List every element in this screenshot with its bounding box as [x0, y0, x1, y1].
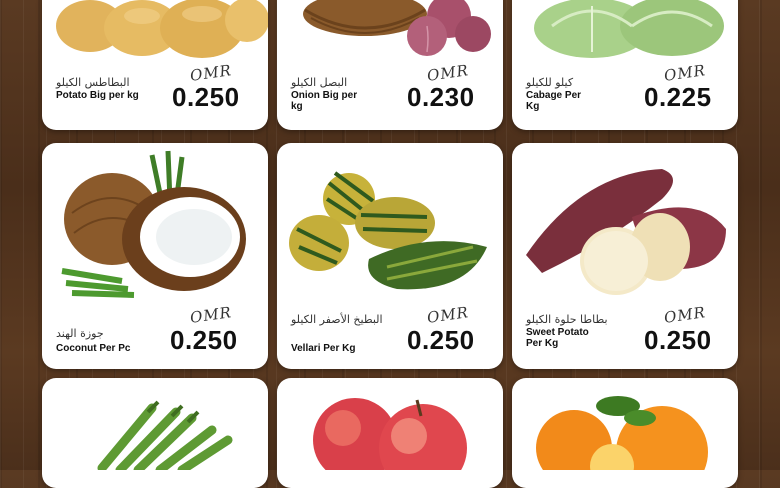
product-card-vellari[interactable]: البطيخ الأصفر الكيلو Vellari Per Kg OMR … — [277, 143, 503, 369]
potato-image — [42, 0, 268, 66]
product-name-english: Onion Big per kg — [291, 90, 358, 112]
product-name-arabic: بطاطا حلوة الكيلو — [526, 313, 608, 326]
apple-image — [277, 378, 503, 470]
product-price: 0.230 — [407, 82, 475, 112]
product-name-arabic: جوزة الهند — [56, 327, 104, 340]
product-card-apple[interactable] — [277, 378, 503, 488]
coconut-image — [42, 143, 268, 303]
product-price: 0.225 — [644, 82, 712, 112]
product-price: 0.250 — [407, 325, 475, 355]
product-name-english: Potato Big per kg — [56, 90, 139, 101]
product-name-arabic: البصل الكيلو — [291, 76, 348, 89]
product-name-english: Sweet Potato Per Kg — [526, 327, 589, 349]
product-card-potato[interactable]: البطاطس الكيلو Potato Big per kg OMR 0.2… — [42, 0, 268, 130]
product-name-arabic: البطاطس الكيلو — [56, 76, 130, 89]
currency-label: OMR — [662, 303, 708, 327]
product-name-english: Cabage Per Kg — [526, 90, 582, 112]
sweet-potato-image — [512, 143, 738, 303]
okra-image — [42, 378, 268, 470]
cabbage-image — [512, 0, 738, 66]
product-price: 0.250 — [644, 325, 712, 355]
product-name-english: Coconut Per Pc — [56, 343, 131, 354]
orange-image — [512, 378, 738, 470]
product-name-arabic: كيلو للكيلو — [526, 76, 574, 89]
product-card-okra[interactable] — [42, 378, 268, 488]
product-name-english: Vellari Per Kg — [291, 343, 356, 354]
product-name-arabic: البطيخ الأصفر الكيلو — [291, 313, 383, 326]
onion-image — [277, 0, 503, 66]
product-card-cabbage[interactable]: كيلو للكيلو Cabage Per Kg OMR 0.225 — [512, 0, 738, 130]
product-card-orange[interactable] — [512, 378, 738, 488]
product-card-onion[interactable]: البصل الكيلو Onion Big per kg OMR 0.230 — [277, 0, 503, 130]
product-card-sweet-potato[interactable]: بطاطا حلوة الكيلو Sweet Potato Per Kg OM… — [512, 143, 738, 369]
product-card-coconut[interactable]: جوزة الهند Coconut Per Pc OMR 0.250 — [42, 143, 268, 369]
product-price: 0.250 — [172, 82, 240, 112]
product-price: 0.250 — [170, 325, 238, 355]
currency-label: OMR — [425, 303, 471, 327]
currency-label: OMR — [188, 303, 234, 327]
vellari-image — [277, 143, 503, 303]
